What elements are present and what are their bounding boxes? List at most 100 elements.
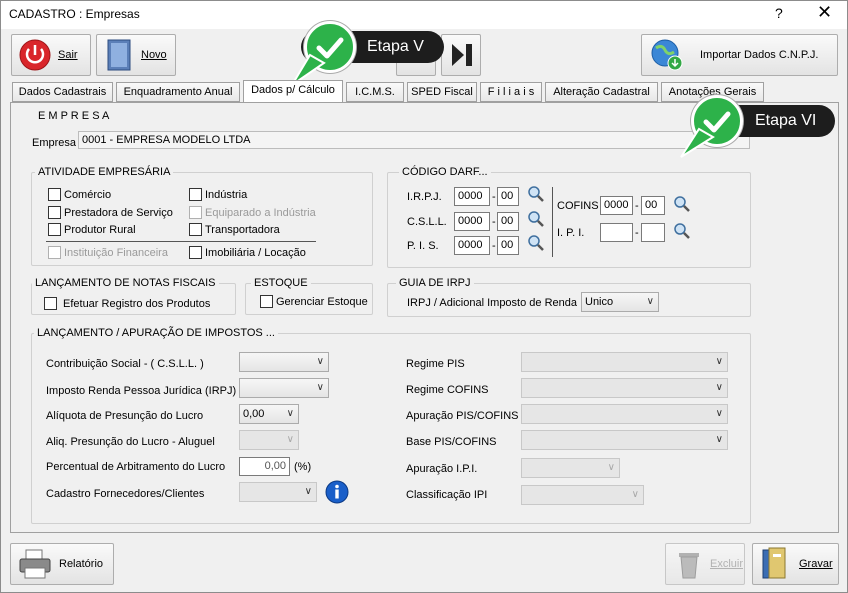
- darf-divider: [552, 187, 553, 257]
- prestadora-servico-checkbox[interactable]: Prestadora de Serviço: [48, 206, 173, 219]
- aliquota-presuncao-select[interactable]: 0,00 ∨: [239, 404, 299, 424]
- darf-ipi-var[interactable]: [641, 223, 665, 242]
- darf-csll-code[interactable]: 0000: [454, 212, 490, 231]
- chevron-down-icon: ∨: [715, 356, 723, 367]
- tab-sped-fiscal[interactable]: SPED Fiscal: [407, 82, 477, 102]
- irpj-select[interactable]: ∨: [239, 378, 329, 398]
- darf-ipi-code[interactable]: [600, 223, 633, 242]
- darf-cofins-sep: -: [635, 200, 639, 212]
- title-bar: CADASTRO : Empresas ? ✕: [1, 1, 847, 29]
- darf-csll-sep: -: [492, 216, 496, 228]
- exit-label: Sair: [58, 49, 78, 61]
- new-button[interactable]: Novo: [96, 34, 176, 76]
- base-pis-cofins-select[interactable]: ∨: [521, 430, 728, 450]
- search-icon[interactable]: [673, 195, 691, 213]
- skip-last-icon: [452, 44, 472, 66]
- darf-cofins-code[interactable]: 0000: [600, 196, 633, 215]
- regime-cofins-label: Regime COFINS: [406, 384, 489, 396]
- darf-pis-label: P. I. S.: [407, 240, 439, 252]
- search-icon[interactable]: [527, 210, 545, 228]
- close-button[interactable]: ✕: [817, 2, 832, 23]
- arbitramento-input[interactable]: 0,00: [239, 457, 290, 476]
- tab-dados-calculo[interactable]: Dados p/ Cálculo: [243, 80, 343, 103]
- power-icon: [19, 39, 51, 71]
- search-icon[interactable]: [673, 222, 691, 240]
- darf-pis-code[interactable]: 0000: [454, 236, 490, 255]
- equiparado-industria-checkbox: Equiparado a Indústria: [189, 206, 316, 219]
- darf-title: CÓDIGO DARF...: [399, 166, 491, 178]
- empresa-field[interactable]: 0001 - EMPRESA MODELO LTDA: [78, 131, 750, 149]
- aliquota-presuncao-label: Alíquota de Presunção do Lucro: [46, 410, 204, 422]
- darf-irpj-var[interactable]: 00: [497, 187, 519, 206]
- search-icon[interactable]: [527, 234, 545, 252]
- regime-pis-label: Regime PIS: [406, 358, 465, 370]
- empresa-label: Empresa: [32, 137, 77, 149]
- chevron-down-icon: ∨: [316, 382, 324, 393]
- window-title: CADASTRO : Empresas: [9, 7, 140, 21]
- chevron-down-icon: ∨: [715, 382, 723, 393]
- guia-irpj-label: IRPJ / Adicional Imposto de Renda: [407, 297, 577, 309]
- chevron-down-icon: ∨: [715, 434, 723, 445]
- apuracao-pis-cofins-label: Apuração PIS/COFINS: [406, 410, 519, 422]
- darf-ipi-sep: -: [635, 227, 639, 239]
- callout-pointer-vi: [680, 127, 715, 158]
- callout-etapa-v-label: Etapa V: [367, 38, 424, 55]
- darf-cofins-var[interactable]: 00: [641, 196, 665, 215]
- darf-irpj-sep: -: [492, 191, 496, 203]
- tab-dados-cadastrais[interactable]: Dados Cadastrais: [12, 82, 113, 102]
- nav-last-button[interactable]: [441, 34, 481, 76]
- apuracao-pis-cofins-select[interactable]: ∨: [521, 404, 728, 424]
- darf-ipi-label: I. P. I.: [557, 227, 585, 239]
- percent-label: (%): [294, 461, 312, 473]
- regime-cofins-select[interactable]: ∨: [521, 378, 728, 398]
- empresa-section-title: E M P R E S A: [38, 110, 110, 122]
- chevron-down-icon: ∨: [631, 489, 639, 500]
- delete-button: Excluir: [665, 543, 745, 585]
- import-cnpj-label: Importar Dados C.N.P.J.: [700, 49, 819, 61]
- lancamento-title: LANÇAMENTO / APURAÇÃO DE IMPOSTOS ...: [34, 327, 278, 339]
- trash-icon: [679, 553, 699, 579]
- exit-button[interactable]: Sair: [11, 34, 91, 76]
- darf-pis-var[interactable]: 00: [497, 236, 519, 255]
- save-button[interactable]: Gravar: [752, 543, 839, 585]
- delete-label: Excluir: [710, 558, 744, 570]
- tab-filiais[interactable]: F i l i a i s: [480, 82, 542, 102]
- tab-enquadramento-anual[interactable]: Enquadramento Anual: [116, 82, 240, 102]
- atividade-divider: [46, 241, 316, 242]
- chevron-down-icon: ∨: [316, 356, 324, 367]
- classificacao-ipi-label: Classificação IPI: [406, 489, 488, 501]
- darf-csll-label: C.S.L.L.: [407, 216, 447, 228]
- registro-produtos-checkbox[interactable]: Efetuar Registro dos Produtos: [44, 297, 210, 310]
- printer-icon: [19, 549, 51, 579]
- regime-pis-select[interactable]: ∨: [521, 352, 728, 372]
- window: CADASTRO : Empresas ? ✕ Sair Novo Import…: [0, 0, 848, 593]
- darf-irpj-code[interactable]: 0000: [454, 187, 490, 206]
- darf-csll-var[interactable]: 00: [497, 212, 519, 231]
- classificacao-ipi-select: ∨: [521, 485, 644, 505]
- transportadora-checkbox[interactable]: Transportadora: [189, 223, 280, 236]
- estoque-title: ESTOQUE: [251, 277, 311, 289]
- imobiliaria-locacao-checkbox[interactable]: Imobiliária / Locação: [189, 246, 306, 259]
- csll-select[interactable]: ∨: [239, 352, 329, 372]
- guia-irpj-select[interactable]: Unico ∨: [581, 292, 659, 312]
- fornecedores-select[interactable]: ∨: [239, 482, 317, 502]
- comercio-checkbox[interactable]: Comércio: [48, 188, 111, 201]
- chevron-down-icon: ∨: [286, 434, 294, 445]
- produtor-rural-checkbox[interactable]: Produtor Rural: [48, 223, 136, 236]
- report-label: Relatório: [59, 558, 104, 570]
- search-icon[interactable]: [527, 185, 545, 203]
- guia-irpj-title: GUIA DE IRPJ: [396, 277, 474, 289]
- report-button[interactable]: Relatório: [10, 543, 114, 585]
- aliq-aluguel-select: ∨: [239, 430, 299, 450]
- info-icon[interactable]: [325, 480, 349, 504]
- globe-download-icon: [651, 39, 683, 71]
- import-cnpj-button[interactable]: Importar Dados C.N.P.J.: [641, 34, 838, 76]
- aliq-aluguel-label: Aliq. Presunção do Lucro - Aluguel: [46, 436, 215, 448]
- gerenciar-estoque-checkbox[interactable]: Gerenciar Estoque: [260, 295, 368, 308]
- chevron-down-icon: ∨: [607, 462, 615, 473]
- tab-alteracao-cadastral[interactable]: Alteração Cadastral: [545, 82, 658, 102]
- chevron-down-icon: ∨: [715, 408, 723, 419]
- industria-checkbox[interactable]: Indústria: [189, 188, 247, 201]
- help-button[interactable]: ?: [775, 5, 783, 21]
- tab-icms[interactable]: I.C.M.S.: [346, 82, 404, 102]
